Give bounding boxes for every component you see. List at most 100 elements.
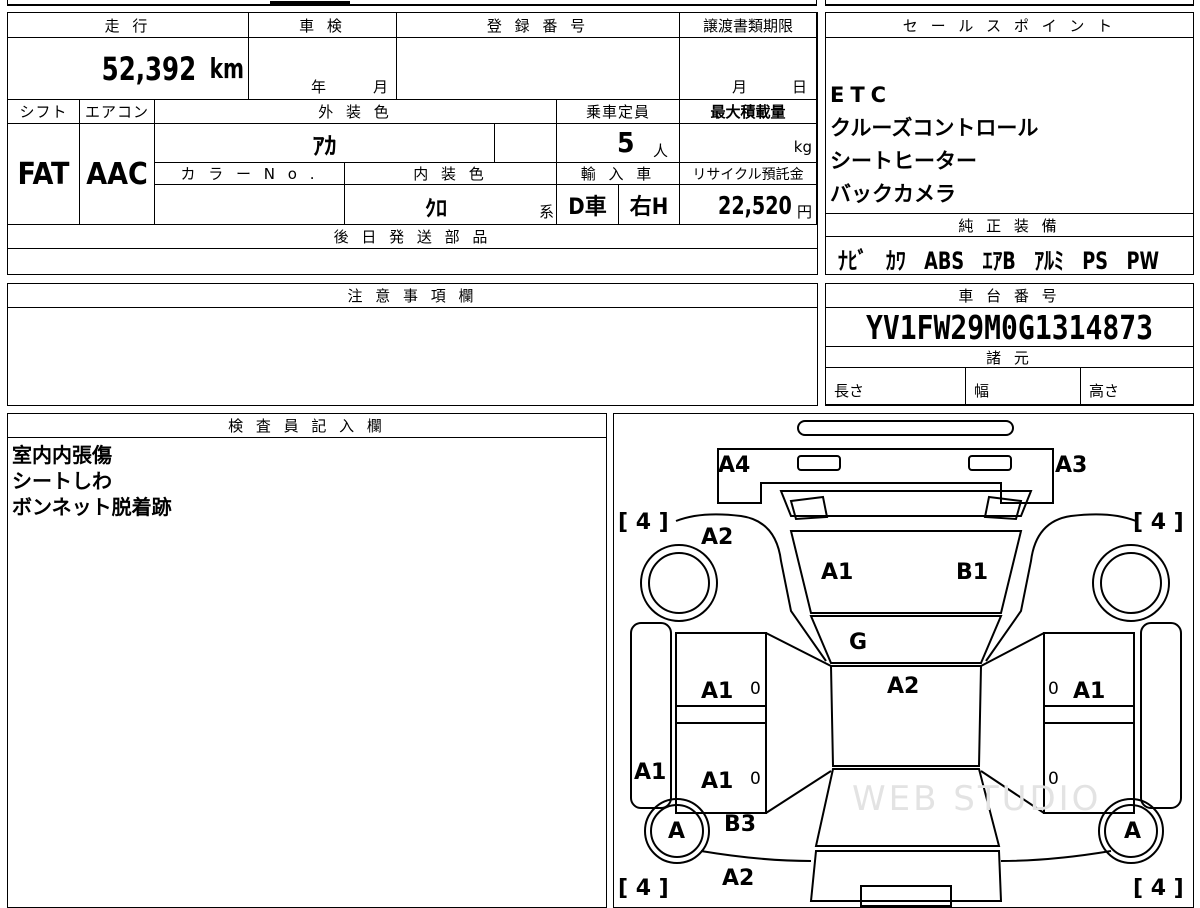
shaken-cell: 年 月 bbox=[249, 38, 397, 100]
import-d-car: D車 bbox=[557, 185, 619, 225]
interior-color-header: 内 装 色 bbox=[345, 163, 557, 185]
tire-bracket-rl: [ 4 ] bbox=[618, 876, 669, 901]
vehicle-info-table: 走 行 車 検 登 録 番 号 譲渡書類期限 52,392 km 年 月 月 日… bbox=[7, 12, 818, 275]
shaken-year-label: 年 bbox=[311, 78, 327, 96]
registration-cell bbox=[397, 38, 680, 100]
top-cutoff-mark bbox=[250, 0, 370, 6]
capacity-header: 乗車定員 bbox=[557, 100, 680, 124]
spec-width-label: 幅 bbox=[974, 382, 990, 400]
capacity-cell: 5 人 bbox=[557, 124, 680, 163]
damage-diagram: WEB STUDIO A4 A3 A2 A1 B1 G A2 A1 A1 A1 … bbox=[613, 413, 1194, 908]
shaken-month-label: 月 bbox=[373, 78, 389, 96]
registration-header: 登 録 番 号 bbox=[397, 13, 680, 38]
specs-header: 諸 元 bbox=[826, 346, 1193, 368]
interior-color-suffix: 系 bbox=[538, 203, 554, 221]
damage-label-a1-side-l: A1 bbox=[634, 760, 667, 785]
recycle-value: 22,520 bbox=[718, 191, 792, 220]
recycle-unit: 円 bbox=[796, 203, 812, 221]
damage-label-a-wheel-r: A bbox=[1124, 819, 1142, 844]
spec-length-label: 長さ bbox=[834, 382, 865, 400]
top-cutoff-row bbox=[7, 0, 817, 6]
sales-points-box: セ ー ル ス ポ イ ン ト ETC クルーズコントロール シートヒーター バ… bbox=[825, 12, 1194, 275]
import-header: 輸 入 車 bbox=[557, 163, 680, 185]
equipment-item: ｶﾜ bbox=[886, 247, 906, 275]
damage-label-a1-door-rl: A1 bbox=[701, 769, 734, 794]
inspector-line: 室内内張傷 bbox=[12, 443, 112, 467]
later-parts-content bbox=[8, 249, 817, 274]
sales-point-item: クルーズコントロール bbox=[830, 116, 1039, 140]
chassis-box: 車 台 番 号 YV1FW29M0G1314873 諸 元 長さ 幅 高さ bbox=[825, 283, 1194, 406]
damage-label-g: G bbox=[849, 630, 868, 655]
max-load-unit: kg bbox=[793, 138, 812, 156]
door-zero: 0 bbox=[1048, 679, 1059, 699]
damage-label-a4: A4 bbox=[718, 453, 751, 478]
top-cutoff-right bbox=[825, 0, 1194, 6]
damage-label-a1-door-fl: A1 bbox=[701, 679, 734, 704]
sales-points-header: セ ー ル ス ポ イ ン ト bbox=[826, 13, 1193, 38]
tire-bracket-fr: [ 4 ] bbox=[1133, 510, 1184, 535]
recycle-header: リサイクル預託金 bbox=[680, 163, 817, 185]
sales-points-list: ETC クルーズコントロール シートヒーター バックカメラ bbox=[830, 79, 1038, 211]
max-load-header: 最大積載量 bbox=[680, 100, 817, 124]
shaken-header: 車 検 bbox=[249, 13, 397, 38]
color-no-value bbox=[155, 185, 345, 225]
transfer-header: 譲渡書類期限 bbox=[680, 13, 817, 38]
door-zero: 0 bbox=[750, 679, 761, 699]
door-zero: 0 bbox=[750, 769, 761, 789]
damage-label-a2-bottom: A2 bbox=[722, 866, 755, 891]
damage-label-a1-door-fr: A1 bbox=[1073, 679, 1106, 704]
notes-box: 注 意 事 項 欄 bbox=[7, 283, 818, 406]
mileage-value: 52,392 bbox=[101, 50, 196, 88]
inspector-line: ボンネット脱着跡 bbox=[12, 495, 172, 519]
mileage-cell: 52,392 km bbox=[8, 38, 249, 100]
color-no-header: カ ラ ー N o . bbox=[155, 163, 345, 185]
exterior-color-value: ｱｶ bbox=[155, 124, 495, 163]
damage-label-a2-roof: A2 bbox=[887, 674, 920, 699]
sales-point-item: ETC bbox=[830, 83, 893, 107]
transfer-day-label: 日 bbox=[792, 78, 808, 96]
spec-length: 長さ bbox=[826, 368, 966, 405]
equipment-item: ｱﾙﾐ bbox=[1034, 247, 1064, 275]
equipment-item: PS bbox=[1082, 247, 1109, 275]
damage-label-a2-top: A2 bbox=[701, 525, 734, 550]
diagram-watermark: WEB STUDIO bbox=[852, 779, 1102, 819]
inspector-notes: 室内内張傷 シートしわ ボンネット脱着跡 bbox=[12, 442, 172, 520]
sales-point-item: バックカメラ bbox=[830, 182, 956, 206]
genuine-equipment-header: 純 正 装 備 bbox=[826, 213, 1193, 237]
inspector-box: 検 査 員 記 入 欄 室内内張傷 シートしわ ボンネット脱着跡 bbox=[7, 413, 607, 908]
tire-bracket-rr: [ 4 ] bbox=[1133, 876, 1184, 901]
equipment-item: ABS bbox=[924, 247, 965, 275]
damage-label-a1-hood: A1 bbox=[821, 560, 854, 585]
inspector-line: シートしわ bbox=[12, 469, 112, 493]
later-parts-header: 後 日 発 送 部 品 bbox=[8, 225, 817, 249]
interior-color-cell: ｸﾛ 系 bbox=[345, 185, 557, 225]
max-load-cell: kg bbox=[680, 124, 817, 163]
exterior-color-extra bbox=[495, 124, 557, 163]
chassis-number: YV1FW29M0G1314873 bbox=[865, 307, 1154, 347]
equipment-item: ｴｱB bbox=[982, 247, 1016, 275]
damage-label-a-wheel-l: A bbox=[668, 819, 686, 844]
interior-color-value: ｸﾛ bbox=[425, 197, 448, 222]
aircon-value: AAC bbox=[80, 124, 155, 225]
inspector-header: 検 査 員 記 入 欄 bbox=[8, 414, 606, 438]
mileage-header: 走 行 bbox=[8, 13, 249, 38]
transfer-cell: 月 日 bbox=[680, 38, 817, 100]
damage-label-b1-hood: B1 bbox=[956, 560, 989, 585]
mileage-unit: km bbox=[209, 52, 244, 85]
equipment-item: PW bbox=[1126, 247, 1160, 275]
capacity-unit: 人 bbox=[653, 142, 669, 160]
shift-header: シフト bbox=[8, 100, 80, 124]
genuine-equipment-list: ﾅﾋﾞ ｶﾜ ABS ｴｱB ｱﾙﾐ PS PW bbox=[838, 241, 1159, 276]
sales-point-item: シートヒーター bbox=[830, 149, 977, 173]
chassis-header: 車 台 番 号 bbox=[826, 284, 1193, 308]
recycle-cell: 22,520 円 bbox=[680, 185, 817, 225]
capacity-value: 5 bbox=[617, 126, 635, 159]
damage-label-b3: B3 bbox=[724, 812, 757, 837]
spec-height: 高さ bbox=[1081, 368, 1193, 405]
door-zero: 0 bbox=[1048, 769, 1059, 789]
exterior-color-header: 外 装 色 bbox=[155, 100, 557, 124]
damage-label-a3: A3 bbox=[1055, 453, 1088, 478]
shift-value: FAT bbox=[8, 124, 80, 225]
import-right-h: 右H bbox=[619, 185, 680, 225]
tire-bracket-fl: [ 4 ] bbox=[618, 510, 669, 535]
